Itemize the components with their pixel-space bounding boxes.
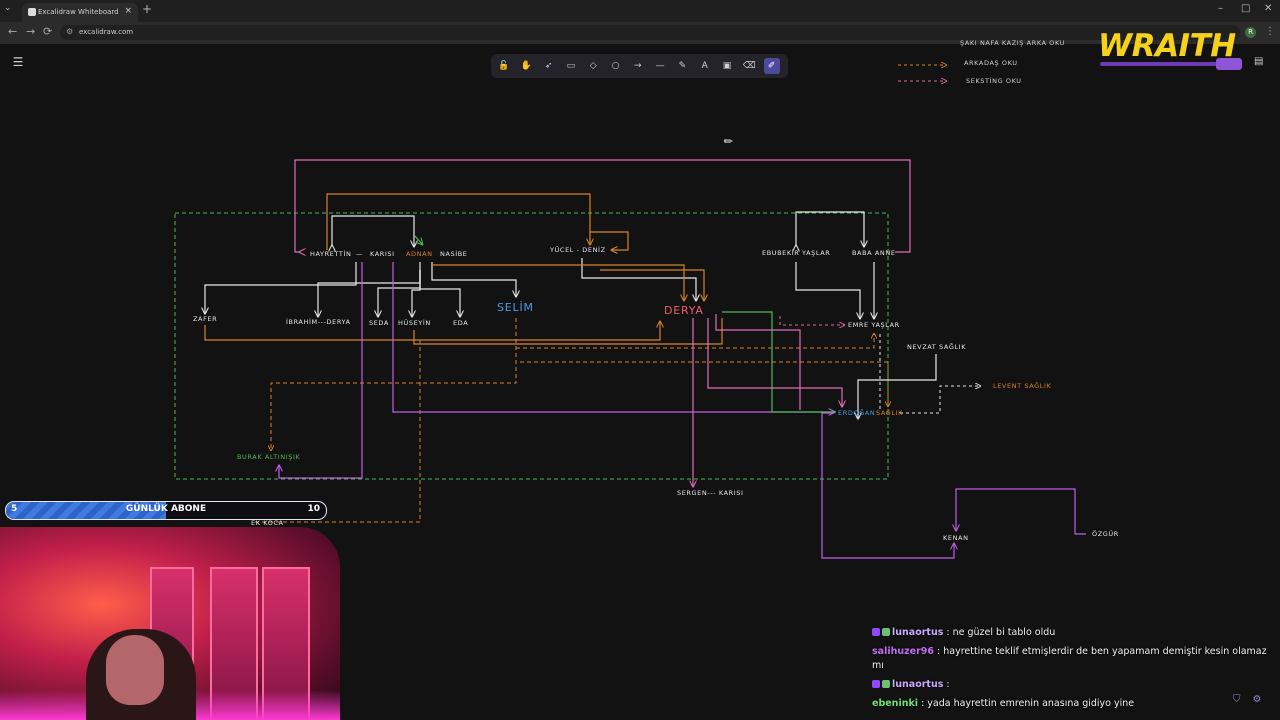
node-emre[interactable]: EMRE YAŞLAR [848, 321, 900, 329]
white-connector[interactable] [581, 258, 696, 300]
orange-connector[interactable] [326, 193, 590, 250]
chat-text: : [943, 679, 950, 690]
orange-dashed-connector[interactable] [520, 361, 888, 406]
node-nasibe[interactable]: NASİBE [440, 249, 468, 258]
white-dashed-connector[interactable] [900, 386, 980, 414]
node-karisi[interactable]: KARISI [370, 250, 395, 258]
node-huseyin[interactable]: HÜSEYİN [398, 318, 431, 327]
orange-connector[interactable] [204, 322, 660, 341]
node-kenan[interactable]: KENAN [943, 534, 969, 542]
subscriber-target: 10 [307, 504, 320, 514]
sexting-connector[interactable] [779, 316, 844, 325]
wraith-logo-text: WRAITH [1098, 28, 1236, 64]
node-ebubekir[interactable]: EBUBEKİR YAŞLAR [762, 248, 830, 257]
magenta-connector[interactable] [279, 262, 363, 479]
sub-badge-icon [872, 628, 880, 636]
white-connector[interactable] [318, 262, 421, 316]
pink-connector[interactable] [294, 159, 911, 252]
legend-friend-label[interactable]: ARKADAŞ OKU [964, 59, 1018, 67]
magenta-connector[interactable] [956, 488, 1086, 535]
node-dash[interactable]: — [356, 250, 363, 258]
subscriber-goal-bar: 5 GÜNLÜK ABONE 10 [5, 501, 327, 520]
chat-text: : yada hayrettin emrenin anasına gidiyo … [918, 698, 1135, 709]
legend-sexting-label[interactable]: SEKSTİNG OKU [966, 76, 1022, 85]
streamer-face [106, 635, 164, 705]
node-baba-anne[interactable]: BABA ANNE [852, 249, 896, 257]
emote-badge-icon [882, 628, 890, 636]
node-derya[interactable]: DERYA [664, 304, 704, 317]
chat-message: salihuzer96 : hayrettine teklif etmişler… [872, 645, 1272, 673]
orange-dashed-connector[interactable] [516, 334, 874, 349]
node-yucel-deniz[interactable]: YÜCEL - DENİZ [549, 245, 606, 254]
node-seda[interactable]: SEDA [369, 319, 389, 327]
node-ozgur[interactable]: ÖZGÜR [1092, 529, 1119, 538]
chat-message: lunaortus : [872, 678, 1272, 692]
chat-username[interactable]: ebeninki [872, 698, 918, 709]
white-connector[interactable] [431, 262, 516, 296]
node-zafer[interactable]: ZAFER [193, 315, 217, 323]
white-connector[interactable] [205, 262, 357, 313]
webcam-feed [0, 527, 340, 720]
chat-username[interactable]: lunaortus [892, 679, 943, 690]
logo-bar [1100, 62, 1218, 66]
chat-username[interactable]: salihuzer96 [872, 646, 934, 657]
chat-message: lunaortus : ne güzel bi tablo oldu [872, 626, 1272, 640]
chat-message: ebeninki : yada hayrettin emrenin anasın… [872, 697, 1272, 711]
node-sergen[interactable]: SERGEN--- KARISI [677, 489, 744, 497]
orange-connector[interactable] [600, 269, 704, 300]
node-levent[interactable]: LEVENT SAĞLIK [993, 381, 1052, 390]
node-erdogan[interactable]: ERDOĞAN [838, 408, 875, 417]
emote-badge-icon [882, 680, 890, 688]
chat-text: : ne güzel bi tablo oldu [943, 627, 1056, 638]
legend-top-label[interactable]: ŞAKI NAFA KAZIŞ ARKA OKU [960, 39, 1065, 47]
node-saglik[interactable]: SAĞLIK [876, 408, 903, 417]
node-ibrahim[interactable]: İBRAHİM---DERYA [286, 317, 351, 326]
white-connector[interactable] [795, 262, 860, 318]
subscriber-goal-label: GÜNLÜK ABONE [125, 504, 207, 514]
chat-controls: ⛉⚙ [1233, 694, 1273, 705]
magenta-connector[interactable] [392, 262, 834, 412]
wraith-logo: WRAITH [1098, 28, 1242, 72]
white-connector[interactable] [378, 270, 421, 316]
chat-overlay: lunaortus : ne güzel bi tablo oldu salihu… [872, 626, 1272, 716]
white-connector[interactable] [332, 215, 414, 246]
node-eda[interactable]: EDA [453, 319, 468, 327]
node-adnan[interactable]: ADNAN [406, 250, 433, 258]
node-burak[interactable]: BURAK ALTINIŞIK [237, 453, 301, 461]
node-hayrettin[interactable]: HAYRETTİN [310, 249, 351, 258]
orange-dashed-connector[interactable] [255, 340, 421, 523]
sub-badge-icon [872, 680, 880, 688]
node-ek-koca[interactable]: EK KOCA [251, 519, 284, 527]
white-connector[interactable] [796, 211, 864, 246]
settings-icon[interactable]: ⚙ [1253, 694, 1274, 705]
shield-icon[interactable]: ⛉ [1233, 694, 1253, 705]
chat-username[interactable]: lunaortus [892, 627, 943, 638]
node-nevzat[interactable]: NEVZAT SAĞLIK [907, 342, 966, 351]
white-connector[interactable] [419, 270, 460, 316]
logo-bar-accent [1216, 58, 1242, 70]
white-connector[interactable] [412, 270, 421, 316]
green-connector[interactable] [414, 235, 422, 244]
node-selim[interactable]: SELİM [497, 301, 534, 314]
